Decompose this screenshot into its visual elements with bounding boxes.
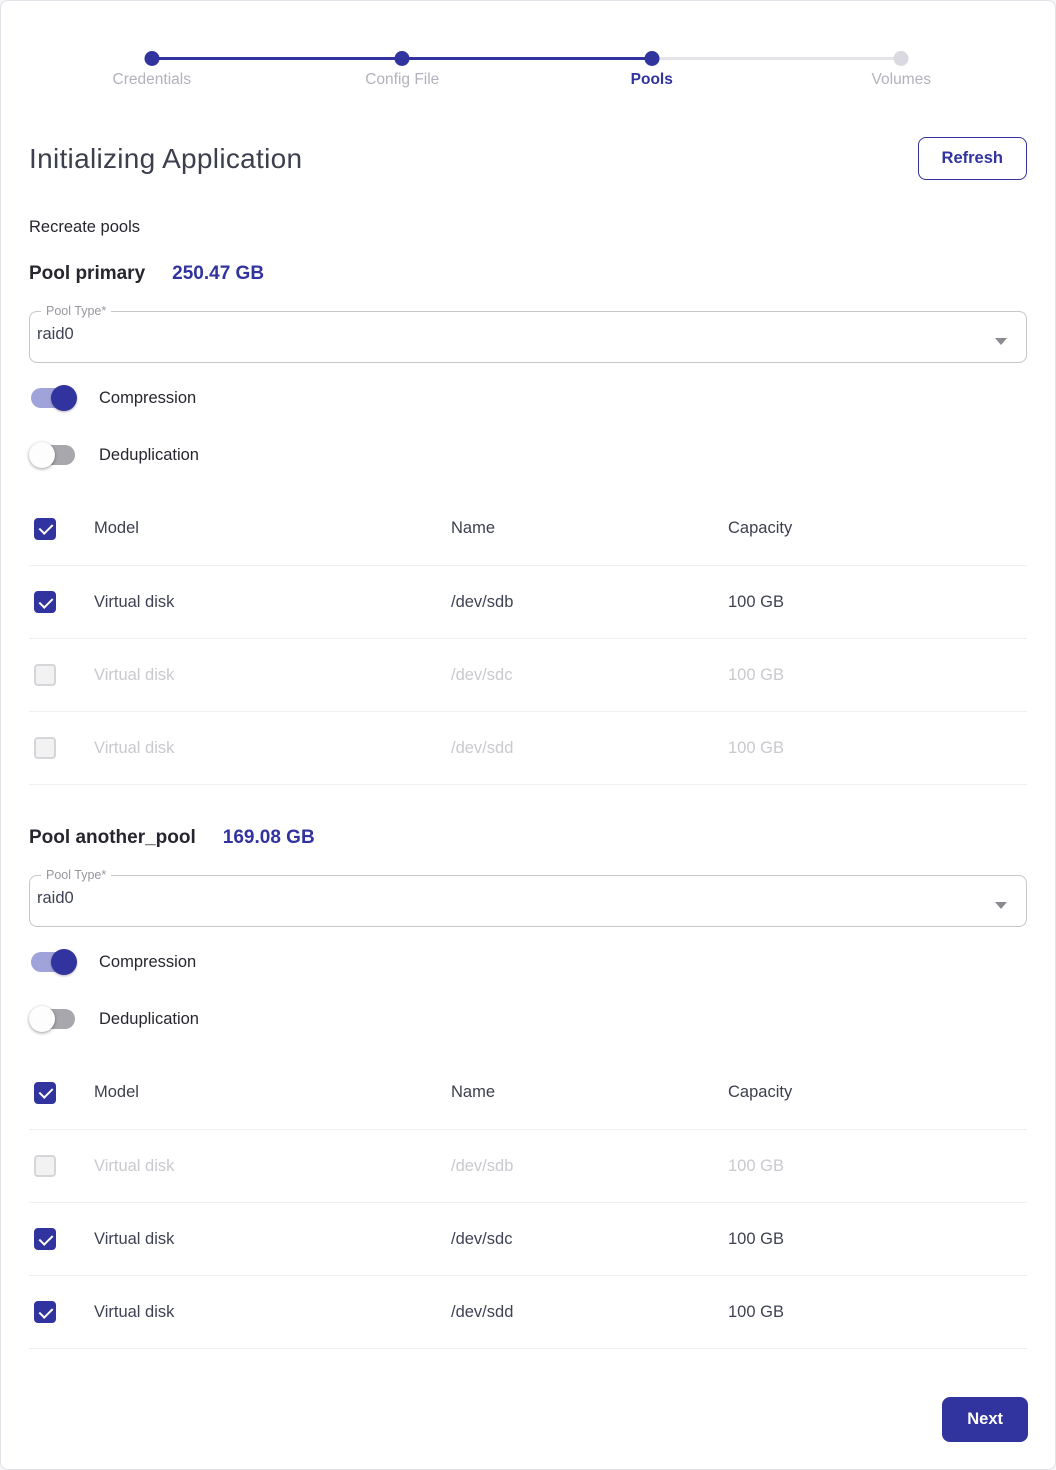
table-row: Virtual disk /dev/sdb 100 GB bbox=[29, 566, 1027, 639]
column-header-model: Model bbox=[94, 519, 139, 537]
disk-capacity: 100 GB bbox=[728, 1229, 784, 1248]
step-dot-credentials bbox=[144, 51, 160, 66]
compression-label: Compression bbox=[99, 388, 197, 407]
stepper-connector bbox=[151, 57, 403, 60]
disk-name: /dev/sdd bbox=[451, 1302, 514, 1321]
pool-type-value: raid0 bbox=[37, 324, 74, 343]
table-header-row: Model Name Capacity bbox=[29, 492, 1027, 566]
select-all-checkbox[interactable] bbox=[34, 1081, 56, 1104]
table-row: Virtual disk /dev/sdd 100 GB bbox=[29, 1276, 1027, 1349]
toggle-thumb bbox=[29, 1006, 55, 1032]
compression-label: Compression bbox=[99, 952, 197, 971]
pool-size: 250.47 GB bbox=[172, 263, 265, 284]
pool-section-primary: Pool primary 250.47 GB Pool Type* raid0 … bbox=[29, 263, 1027, 785]
disk-model: Virtual disk bbox=[94, 665, 175, 684]
disk-table: Model Name Capacity Virtual disk /dev/sd… bbox=[29, 492, 1027, 785]
disk-checkbox bbox=[34, 737, 56, 759]
table-header-row: Model Name Capacity bbox=[29, 1056, 1027, 1130]
pool-type-value: raid0 bbox=[37, 888, 74, 907]
page-title: Initializing Application bbox=[29, 142, 303, 174]
chevron-down-icon bbox=[995, 337, 1007, 345]
column-header-capacity: Capacity bbox=[728, 519, 793, 537]
stepper: Credentials Config File Pools Volumes bbox=[29, 1, 1027, 97]
step-label-pools: Pools bbox=[630, 71, 673, 88]
select-all-checkbox[interactable] bbox=[34, 517, 56, 540]
disk-model: Virtual disk bbox=[94, 592, 175, 611]
column-header-capacity: Capacity bbox=[728, 1083, 793, 1101]
disk-capacity: 100 GB bbox=[728, 665, 784, 684]
disk-capacity: 100 GB bbox=[728, 1156, 784, 1175]
stepper-connector bbox=[651, 57, 902, 60]
page-header: Initializing Application Refresh bbox=[29, 137, 1027, 180]
disk-capacity: 100 GB bbox=[728, 1302, 784, 1321]
pool-title: Pool another_pool 169.08 GB bbox=[29, 827, 1027, 849]
step-label-config-file: Config File bbox=[365, 71, 440, 88]
pool-type-select[interactable]: Pool Type* raid0 bbox=[29, 305, 1027, 363]
disk-checkbox bbox=[34, 664, 56, 686]
table-row: Virtual disk /dev/sdb 100 GB bbox=[29, 1130, 1027, 1203]
table-row: Virtual disk /dev/sdd 100 GB bbox=[29, 712, 1027, 785]
disk-checkbox bbox=[34, 1155, 56, 1177]
pool-title: Pool primary 250.47 GB bbox=[29, 263, 1027, 285]
next-button[interactable]: Next bbox=[942, 1397, 1028, 1442]
deduplication-row: Deduplication bbox=[29, 442, 1027, 468]
disk-model: Virtual disk bbox=[94, 738, 175, 757]
pool-size: 169.08 GB bbox=[222, 827, 315, 848]
pool-type-label: Pool Type* bbox=[46, 304, 107, 318]
compression-row: Compression bbox=[29, 385, 1027, 411]
deduplication-toggle[interactable] bbox=[29, 442, 77, 468]
pool-name: Pool another_pool bbox=[29, 827, 196, 848]
column-header-name: Name bbox=[451, 1083, 496, 1101]
disk-checkbox[interactable] bbox=[34, 1301, 56, 1323]
table-row: Virtual disk /dev/sdc 100 GB bbox=[29, 1203, 1027, 1276]
disk-model: Virtual disk bbox=[94, 1229, 175, 1248]
toggle-thumb bbox=[51, 385, 77, 411]
column-header-model: Model bbox=[94, 1083, 139, 1101]
step-label-credentials: Credentials bbox=[112, 71, 191, 88]
disk-capacity: 100 GB bbox=[728, 592, 784, 611]
column-header-name: Name bbox=[451, 519, 496, 537]
footer: Next bbox=[28, 1397, 1028, 1442]
disk-name: /dev/sdd bbox=[451, 738, 514, 757]
deduplication-label: Deduplication bbox=[99, 1009, 199, 1028]
disk-name: /dev/sdb bbox=[451, 592, 514, 611]
disk-capacity: 100 GB bbox=[728, 738, 784, 757]
compression-row: Compression bbox=[29, 949, 1027, 975]
refresh-button[interactable]: Refresh bbox=[917, 137, 1027, 180]
disk-table: Model Name Capacity Virtual disk /dev/sd… bbox=[29, 1056, 1027, 1349]
pool-type-label: Pool Type* bbox=[46, 868, 107, 882]
subtitle: Recreate pools bbox=[29, 218, 140, 236]
disk-model: Virtual disk bbox=[94, 1156, 175, 1175]
table-row: Virtual disk /dev/sdc 100 GB bbox=[29, 639, 1027, 712]
chevron-down-icon bbox=[995, 901, 1007, 909]
toggle-thumb bbox=[51, 949, 77, 975]
disk-checkbox[interactable] bbox=[34, 591, 56, 613]
deduplication-toggle[interactable] bbox=[29, 1006, 77, 1032]
deduplication-label: Deduplication bbox=[99, 445, 199, 464]
stepper-connector bbox=[402, 57, 652, 60]
compression-toggle[interactable] bbox=[29, 385, 77, 411]
toggle-thumb bbox=[29, 442, 55, 468]
pool-type-select[interactable]: Pool Type* raid0 bbox=[29, 869, 1027, 927]
disk-name: /dev/sdc bbox=[451, 665, 513, 684]
deduplication-row: Deduplication bbox=[29, 1006, 1027, 1032]
step-label-volumes: Volumes bbox=[871, 71, 931, 88]
step-dot-volumes bbox=[893, 51, 909, 66]
pool-section-another-pool: Pool another_pool 169.08 GB Pool Type* r… bbox=[29, 827, 1027, 1349]
step-dot-config-file bbox=[394, 51, 410, 66]
wizard-card: Credentials Config File Pools Volumes In… bbox=[0, 0, 1056, 1470]
disk-model: Virtual disk bbox=[94, 1302, 175, 1321]
disk-name: /dev/sdc bbox=[451, 1229, 513, 1248]
compression-toggle[interactable] bbox=[29, 949, 77, 975]
step-dot-pools bbox=[644, 51, 660, 66]
disk-checkbox[interactable] bbox=[34, 1228, 56, 1250]
disk-name: /dev/sdb bbox=[451, 1156, 514, 1175]
pool-name: Pool primary bbox=[29, 263, 146, 284]
